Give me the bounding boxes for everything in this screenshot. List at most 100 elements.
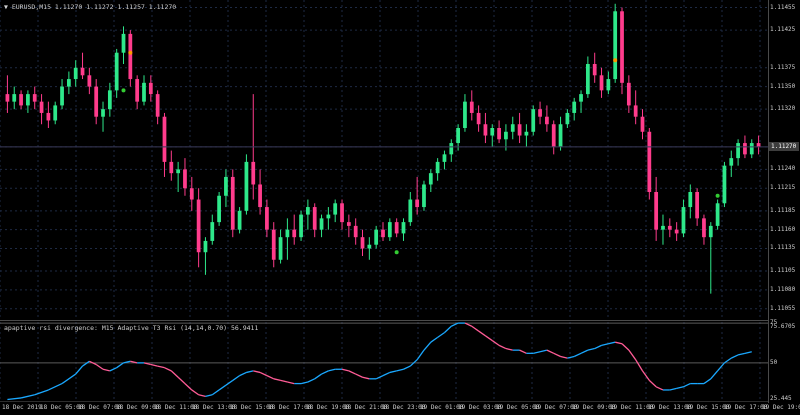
rsi-segment [82,360,90,367]
candle-body [346,222,351,226]
candle-body [620,11,624,83]
rsi-segment [184,383,193,391]
rsi-segment [102,368,110,372]
candle-body [66,79,71,87]
price-axis-label: 1.11375 [770,63,796,71]
candle-body [415,199,420,208]
rsi-segment [170,370,179,378]
candle-body [292,229,297,238]
candle-body [422,184,426,208]
candle-body [626,82,631,106]
time-axis-label: 18 Dec 07:00 [78,404,122,411]
time-axis-label: 18 Dec 17:00 [268,404,312,411]
rsi-segment [48,383,63,391]
candle-body [32,94,37,102]
candle-body [599,75,604,91]
candle-body [572,101,577,113]
candle-body [360,237,365,249]
indicator-axis-label: 75 [770,319,778,327]
rsi-segment [519,349,527,354]
candle-body [94,86,99,117]
time-axis-label: 18 Dec 15:00 [230,404,274,411]
time-axis-label: 19 Dec 05:00 [496,404,540,411]
rsi-segment [635,359,644,372]
candle-body [26,94,30,106]
candle-body [510,124,515,132]
indicator-canvas[interactable] [0,322,768,402]
candle-body [428,173,433,185]
candle-body [585,64,590,95]
rsi-segment [669,387,677,391]
price-axis-label: 1.11215 [770,184,796,192]
candle-body [545,116,549,125]
candle-body [128,33,133,80]
rsi-segment [341,368,350,372]
rsi-segment [396,368,404,372]
rsi-segment [628,349,637,361]
candle-body [463,101,467,128]
rsi-segment [444,325,452,334]
candle-body [53,105,58,121]
candle-body [449,143,454,155]
rsi-segment [744,351,752,354]
candle-body [148,82,153,95]
rsi-segment [621,343,630,351]
rsi-segment [539,349,548,353]
candle-body [237,210,242,230]
rsi-segment [505,347,513,351]
collapse-triangle-icon[interactable]: ▼ [4,3,8,11]
candle-body [517,124,522,136]
candle-body [244,161,249,211]
candle-body [722,165,727,204]
rsi-segment [95,363,104,370]
rsi-segment [7,397,22,401]
symbol-info-text: EURUSD,M15 1.11270 1.11272 1.11257 1.112… [11,3,177,11]
rsi-segment [232,375,240,381]
candle-body [435,161,440,174]
candle-body [640,116,645,132]
candle-body [101,109,105,117]
price-chart-pane[interactable]: ▼ EURUSD,M15 1.11270 1.11272 1.11257 1.1… [0,0,768,321]
candle-body [217,195,221,223]
rsi-segment [211,389,220,396]
candle-body [210,222,215,241]
price-axis-label: 1.11320 [770,105,796,113]
symbol-info: ▼ EURUSD,M15 1.11270 1.11272 1.11257 1.1… [4,3,176,11]
time-axis-label: 19 Dec 15:00 [686,404,730,411]
time-axis-label: 18 Dec 21:00 [344,404,388,411]
indicator-pane[interactable]: apaptive rsi divergence: M15 Adaptive T3… [0,322,768,402]
candle-body [667,225,672,230]
time-axis-label: 19 Dec 17:00 [724,404,768,411]
price-axis-label: 1.11425 [770,26,796,34]
candle-body [749,143,754,155]
rsi-segment [676,386,684,390]
candle-body [176,169,181,174]
rsi-segment [177,376,186,385]
candle-body [196,199,201,253]
rsi-segment [246,370,254,374]
rsi-segment [218,384,227,391]
candle-body [87,75,92,87]
candle-body [135,79,140,102]
candle-body [490,128,495,136]
indicator-axis-label: 25.445 [770,395,792,402]
candle-body [189,188,194,200]
candle-body [756,143,761,147]
candle-body [633,105,638,117]
price-axis-label: 1.11350 [770,82,796,90]
candle-body [483,124,488,136]
rsi-segment [355,373,363,378]
candle-body [278,237,283,260]
rsi-segment [150,363,158,367]
rsi-segment [225,379,234,386]
candle-body [265,207,269,230]
time-axis-label: 18 Dec 2019 [2,404,42,411]
rsi-segment [430,336,439,343]
time-axis-label: 18 Dec 05:00 [40,404,84,411]
price-chart-canvas[interactable] [0,0,768,320]
candle-body [251,161,256,185]
candle-body [551,124,556,147]
price-axis-label: 1.11240 [770,165,796,173]
time-axis-label: 18 Dec 23:00 [382,404,426,411]
indicator-info: apaptive rsi divergence: M15 Adaptive T3… [4,324,259,332]
